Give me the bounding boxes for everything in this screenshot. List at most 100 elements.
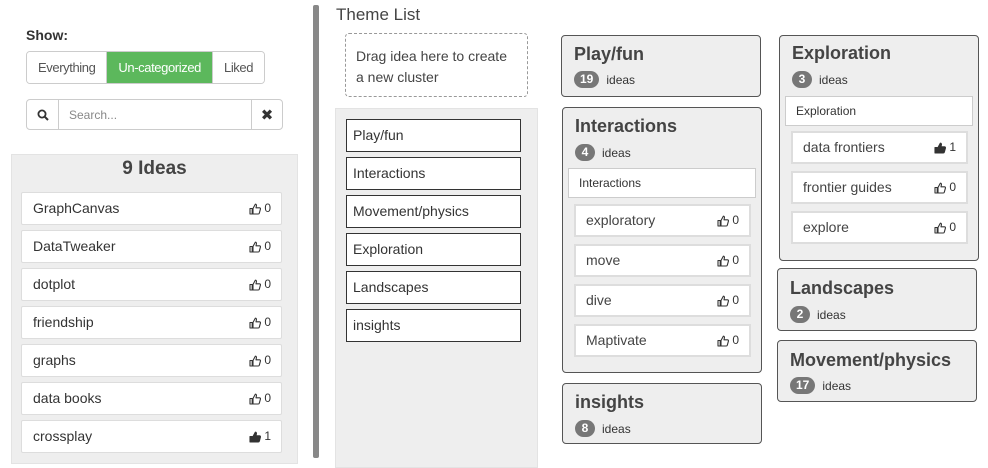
close-icon: ✖ — [260, 106, 274, 124]
like-button[interactable]: 0 — [249, 231, 271, 262]
theme-list-item[interactable]: Exploration — [346, 233, 521, 266]
theme-list-item[interactable]: Movement/physics — [346, 195, 521, 228]
cluster-interactions[interactable]: Interactions 4 ideas Interactions explor… — [562, 107, 762, 373]
like-button[interactable]: 0 — [717, 246, 739, 275]
thumbs-up-icon — [934, 222, 947, 234]
count-unit: ideas — [822, 378, 852, 393]
search-button[interactable] — [26, 99, 59, 130]
cluster-count: 2 ideas — [790, 306, 846, 323]
thumbs-up-icon — [249, 393, 262, 405]
like-button[interactable]: 0 — [249, 307, 271, 338]
panel-resize-handle[interactable] — [313, 5, 319, 458]
like-button[interactable]: 0 — [717, 286, 739, 315]
count-badge: 8 — [575, 420, 595, 437]
thumbs-up-icon — [249, 355, 262, 367]
show-label: Show: — [26, 27, 68, 43]
cluster-idea-card[interactable]: dive 0 — [574, 284, 751, 317]
cluster-idea-card[interactable]: move 0 — [574, 244, 751, 277]
like-button[interactable]: 0 — [249, 345, 271, 376]
cluster-landscapes[interactable]: Landscapes 2 ideas — [777, 268, 977, 331]
theme-list-item[interactable]: Play/fun — [346, 119, 521, 152]
filter-liked-button[interactable]: Liked — [211, 52, 265, 83]
like-button[interactable]: 0 — [249, 193, 271, 224]
thumbs-up-icon — [249, 279, 262, 291]
filter-button-group: Everything Un-categorized Liked — [26, 51, 266, 84]
ideas-count-heading: 9 Ideas — [122, 158, 187, 179]
like-count: 0 — [264, 391, 271, 405]
idea-card[interactable]: DataTweaker 0 — [21, 230, 282, 263]
search-icon — [37, 109, 49, 121]
cluster-count: 4 ideas — [575, 144, 631, 161]
idea-name: crossplay — [33, 428, 93, 444]
idea-name: graphs — [33, 352, 76, 368]
count-badge: 2 — [790, 306, 810, 323]
like-button[interactable]: 0 — [249, 383, 271, 414]
thumbs-up-icon — [249, 317, 262, 329]
idea-name: dotplot — [33, 276, 76, 292]
cluster-idea-card[interactable]: explore 0 — [791, 211, 968, 244]
like-button[interactable]: 0 — [717, 326, 739, 355]
idea-card[interactable]: data books 0 — [21, 382, 282, 415]
cluster-insights[interactable]: insights 8 ideas — [562, 383, 762, 444]
idea-card[interactable]: dotplot 0 — [21, 268, 282, 301]
like-button[interactable]: 1 — [934, 133, 956, 162]
idea-name: data frontiers — [803, 139, 885, 155]
like-button[interactable]: 0 — [934, 173, 956, 202]
cluster-title: Play/fun — [574, 44, 645, 64]
cluster-exploration[interactable]: Exploration 3 ideas Exploration data fro… — [779, 35, 979, 261]
like-button[interactable]: 0 — [934, 213, 956, 242]
count-unit: ideas — [606, 72, 636, 87]
cluster-title: Movement/physics — [790, 350, 952, 370]
thumbs-up-icon — [934, 182, 947, 194]
search-input[interactable] — [58, 99, 252, 130]
like-button[interactable]: 0 — [717, 206, 739, 235]
like-count: 0 — [264, 315, 271, 329]
cluster-idea-card[interactable]: Maptivate 0 — [574, 324, 751, 357]
idea-name: frontier guides — [803, 179, 892, 195]
like-count: 0 — [732, 253, 739, 267]
like-count: 1 — [264, 429, 271, 443]
filter-uncategorized-button[interactable]: Un-categorized — [106, 52, 212, 83]
theme-list-item[interactable]: Interactions — [346, 157, 521, 190]
idea-card[interactable]: GraphCanvas 0 — [21, 192, 282, 225]
theme-list-item[interactable]: insights — [346, 309, 521, 342]
cluster-movement-physics[interactable]: Movement/physics 17 ideas — [777, 340, 977, 402]
idea-name: DataTweaker — [33, 238, 116, 254]
cluster-idea-card[interactable]: frontier guides 0 — [791, 171, 968, 204]
ideas-panel: 9 Ideas GraphCanvas 0 DataTweaker 0 dotplot 0… — [11, 154, 298, 464]
clear-search-button[interactable]: ✖ — [251, 99, 283, 130]
thumbs-up-icon — [717, 335, 730, 347]
idea-name: GraphCanvas — [33, 200, 120, 216]
thumbs-up-icon — [717, 215, 730, 227]
theme-list-item[interactable]: Landscapes — [346, 271, 521, 304]
idea-name: move — [586, 252, 621, 268]
cluster-playfun[interactable]: Play/fun 19 ideas — [561, 35, 761, 97]
idea-card[interactable]: friendship 0 — [21, 306, 282, 339]
thumbs-up-icon — [249, 241, 262, 253]
like-count: 0 — [732, 293, 739, 307]
cluster-label-input[interactable]: Interactions — [568, 168, 756, 198]
cluster-idea-card[interactable]: data frontiers 1 — [791, 131, 968, 164]
like-button[interactable]: 0 — [249, 269, 271, 300]
cluster-label-input[interactable]: Exploration — [785, 96, 973, 126]
cluster-count: 17 ideas — [790, 377, 851, 394]
idea-card[interactable]: graphs 0 — [21, 344, 282, 377]
idea-card[interactable]: crossplay 1 — [21, 420, 282, 453]
count-badge: 19 — [574, 71, 600, 88]
theme-list-panel: Play/fun Interactions Movement/physics Expl… — [335, 108, 538, 468]
thumbs-up-icon — [717, 255, 730, 267]
cluster-count: 8 ideas — [575, 420, 631, 437]
cluster-idea-card[interactable]: exploratory 0 — [574, 204, 751, 237]
theme-list-title: Theme List — [336, 5, 421, 24]
cluster-title: Landscapes — [790, 278, 895, 298]
like-count: 0 — [264, 201, 271, 215]
new-cluster-drop-zone[interactable]: Drag idea here to create a new cluster — [345, 33, 528, 97]
like-count: 0 — [264, 277, 271, 291]
cluster-title: Interactions — [575, 116, 678, 136]
cluster-title: insights — [575, 392, 645, 412]
filter-everything-button[interactable]: Everything — [27, 52, 107, 83]
like-button[interactable]: 1 — [249, 421, 271, 452]
idea-name: Maptivate — [586, 332, 647, 348]
idea-name: dive — [586, 292, 612, 308]
cluster-title: Exploration — [792, 43, 892, 63]
